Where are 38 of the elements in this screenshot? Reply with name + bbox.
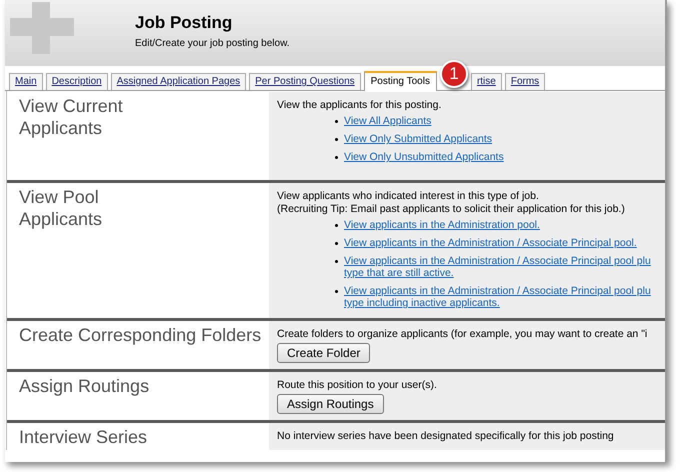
applicants-link[interactable]: View Only Unsubmitted Applicants [344, 151, 504, 163]
bullet-icon [335, 290, 338, 293]
bullet-icon [335, 138, 338, 141]
action-button[interactable]: Assign Routings [277, 394, 384, 414]
tab[interactable]: rtise [470, 73, 502, 90]
bullet-icon [335, 120, 338, 123]
section-description: View the applicants for this posting. [277, 99, 442, 112]
page-subtitle: Edit/Create your job posting below. [135, 37, 290, 51]
tab[interactable]: Main [9, 73, 43, 90]
section-description: View applicants who indicated interest in this type of job. [277, 190, 539, 203]
applicants-link[interactable]: View applicants in the Administration / Associate Principal pool plu type including inactive applicants. [344, 285, 651, 309]
page-title: Job Posting [135, 13, 234, 33]
callout-badge: 1 [440, 60, 468, 88]
action-button[interactable]: Create Folder [277, 343, 370, 363]
section-description: (Recruiting Tip: Email past applicants to solicit their application for this job.) [277, 203, 625, 216]
tab[interactable]: Forms [504, 73, 546, 90]
applicants-link[interactable]: View applicants in the Administration / Associate Principal pool plu type that are still active. [344, 255, 651, 279]
tab[interactable]: Description [46, 73, 108, 90]
section-title: Create Corresponding Folders [19, 324, 262, 346]
applicants-link[interactable]: View All Applicants [344, 115, 432, 127]
cross-logo-icon [10, 2, 74, 54]
tab[interactable]: Per Posting Questions [249, 73, 361, 90]
section-title: Assign Routings [19, 375, 150, 397]
tab[interactable]: Posting Tools [364, 71, 437, 91]
bullet-icon [335, 156, 338, 159]
section-description: Create folders to organize applicants (for example, you may want to create an "i [277, 328, 648, 341]
section-description: Route this position to your user(s). [277, 379, 437, 392]
bullet-icon [335, 242, 338, 245]
section-description: No interview series have been designated specifically for this job posting [277, 430, 614, 443]
applicants-link[interactable]: View applicants in the Administration pool. [344, 219, 540, 231]
bullet-icon [335, 260, 338, 263]
section-title: View Current Applicants [19, 95, 124, 139]
bullet-icon [335, 224, 338, 227]
applicants-link[interactable]: View applicants in the Administration / Associate Principal pool. [344, 237, 637, 249]
section-title: View Pool Applicants [19, 186, 104, 230]
tab[interactable]: Assigned Application Pages [110, 73, 246, 90]
applicants-link[interactable]: View Only Submitted Applicants [344, 133, 492, 145]
section-title: Interview Series [19, 426, 148, 448]
